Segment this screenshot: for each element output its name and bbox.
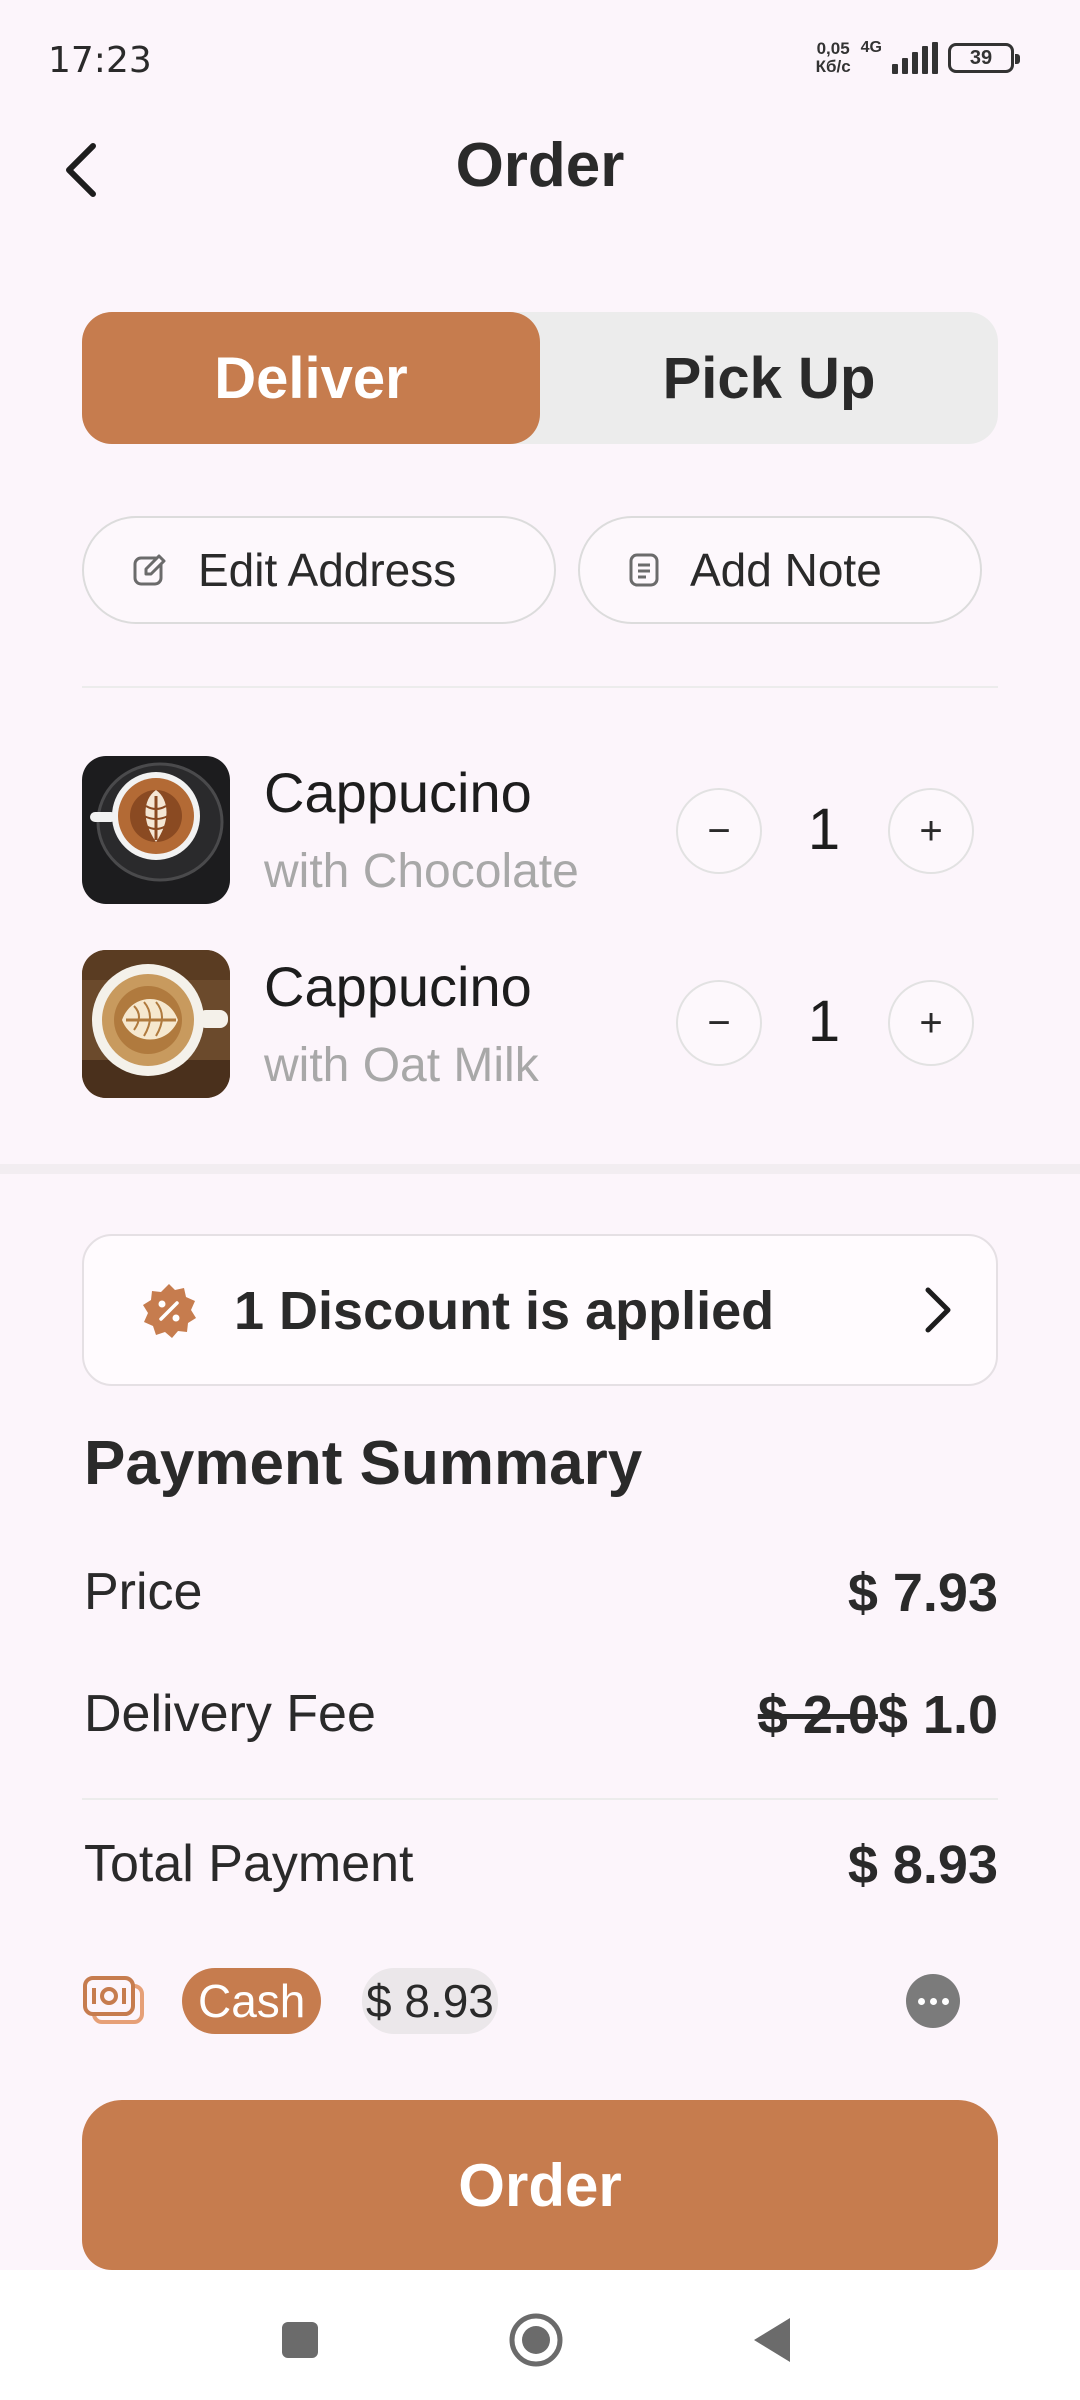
network-speed: 0,05 Кб/с	[816, 40, 851, 76]
more-options-button[interactable]	[906, 1974, 960, 2028]
add-note-label: Add Note	[690, 544, 882, 596]
status-bar: 17:23 0,05 Кб/с 4G 39	[0, 0, 1080, 120]
price-value: $ 7.93	[847, 1563, 998, 1623]
item-name: Cappucino	[264, 955, 532, 1018]
decrement-button[interactable]: −	[676, 980, 762, 1066]
delivery-fee-value: $ 2.0$ 1.0	[758, 1684, 998, 1746]
list-item: Cappucino with Oat Milk − 1 +	[82, 950, 998, 1100]
order-actions: Edit Address Add Note	[82, 516, 982, 626]
total-payment-label: Total Payment	[84, 1835, 414, 1893]
total-payment-value: $ 8.93	[847, 1835, 998, 1895]
section-divider	[0, 1164, 1080, 1174]
divider	[82, 1798, 998, 1800]
recent-apps-button[interactable]	[270, 2310, 330, 2370]
increment-button[interactable]: +	[888, 980, 974, 1066]
minus-icon: −	[707, 1000, 731, 1045]
delivery-fee-discounted: $ 1.0	[877, 1685, 998, 1745]
price-label: Price	[84, 1563, 203, 1621]
item-variant: with Oat Milk	[264, 1039, 539, 1092]
add-note-button[interactable]: Add Note	[578, 516, 982, 624]
quantity-value: 1	[807, 797, 841, 862]
square-icon	[282, 2322, 318, 2358]
page-title: Order	[455, 131, 625, 200]
cappuccino-chocolate-image	[82, 756, 230, 904]
discount-label: 1 Discount is applied	[234, 1281, 775, 1341]
order-button[interactable]: Order	[82, 2100, 998, 2270]
status-time: 17:23	[48, 40, 152, 81]
back-nav-button[interactable]	[742, 2310, 802, 2370]
discount-badge-icon	[140, 1282, 198, 1345]
item-variant: with Chocolate	[264, 845, 579, 898]
more-dot	[929, 1997, 937, 2005]
decrement-button[interactable]: −	[676, 788, 762, 874]
edit-icon	[132, 552, 168, 588]
quantity-value: 1	[807, 989, 841, 1054]
network-speed-value: 0,05	[816, 39, 850, 58]
system-navigation-bar	[0, 2270, 1080, 2400]
network-speed-unit: Кб/с	[815, 57, 851, 76]
tab-deliver[interactable]: Deliver	[82, 312, 540, 444]
home-button[interactable]	[506, 2310, 566, 2370]
plus-icon: +	[919, 808, 943, 853]
delivery-mode-toggle: Deliver Pick Up	[82, 312, 998, 444]
minus-icon: −	[707, 808, 731, 853]
cash-icon	[82, 1972, 146, 2035]
delivery-fee-original: $ 2.0	[757, 1685, 878, 1745]
home-circle-icon	[509, 2313, 563, 2367]
payment-amount: $ 8.93	[362, 1968, 498, 2034]
edit-address-label: Edit Address	[198, 544, 457, 596]
tab-pick-up[interactable]: Pick Up	[540, 312, 998, 444]
signal-icon	[892, 42, 938, 74]
triangle-back-icon	[754, 2318, 790, 2362]
battery-icon: 39	[948, 43, 1020, 73]
item-name: Cappucino	[264, 761, 532, 824]
more-dot	[941, 1997, 949, 2005]
status-indicators: 0,05 Кб/с 4G 39	[816, 36, 1020, 80]
edit-address-button[interactable]: Edit Address	[82, 516, 556, 624]
payment-summary-title: Payment Summary	[84, 1429, 643, 1498]
discount-card[interactable]: 1 Discount is applied	[82, 1234, 998, 1386]
chevron-right-icon	[920, 1280, 956, 1345]
divider	[82, 686, 998, 688]
delivery-fee-label: Delivery Fee	[84, 1685, 376, 1743]
payment-method-badge: Cash	[182, 1968, 322, 2034]
increment-button[interactable]: +	[888, 788, 974, 874]
network-type: 4G	[860, 39, 882, 56]
payment-method-row[interactable]: Cash $ 8.93	[82, 1962, 998, 2038]
header: Order	[0, 120, 1080, 220]
note-icon	[628, 552, 660, 588]
battery-level: 39	[969, 46, 993, 69]
cappuccino-oat-milk-image	[82, 950, 230, 1098]
more-dot	[917, 1997, 925, 2005]
list-item: Cappucino with Chocolate − 1 +	[82, 756, 998, 906]
plus-icon: +	[919, 1000, 943, 1045]
